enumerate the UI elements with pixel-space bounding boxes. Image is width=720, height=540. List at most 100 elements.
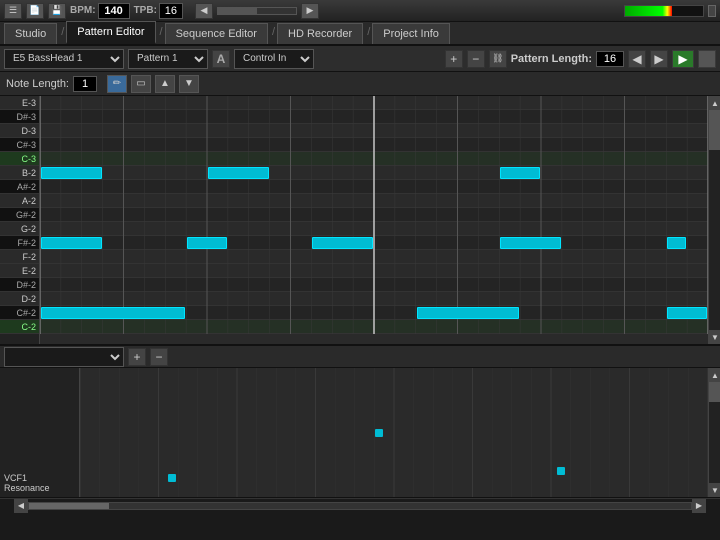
grid-row-14[interactable] — [40, 292, 708, 306]
auto-scroll-up[interactable]: ▲ — [709, 368, 720, 382]
scroll-thumb[interactable] — [709, 110, 720, 150]
piano-key-fs2[interactable]: F#-2 — [0, 236, 39, 250]
auto-add-btn[interactable]: + — [128, 348, 146, 366]
piano-key-b2[interactable]: B-2 — [0, 166, 39, 180]
grid-row-2[interactable] — [40, 124, 708, 138]
note[interactable] — [187, 237, 227, 249]
vertical-scrollbar[interactable]: ▲ ▼ — [708, 96, 720, 344]
piano-key-ds3[interactable]: D#-3 — [0, 110, 39, 124]
note[interactable] — [41, 307, 185, 319]
scroll-track[interactable] — [709, 110, 720, 330]
pattern-length-value[interactable]: 16 — [596, 51, 624, 67]
master-slider[interactable] — [217, 7, 297, 15]
add-btn[interactable]: + — [445, 50, 463, 68]
tab-bar: Studio / Pattern Editor / Sequence Edito… — [0, 22, 720, 46]
auto-scroll-track[interactable] — [709, 382, 720, 483]
piano-key-as2[interactable]: A#-2 — [0, 180, 39, 194]
save-btn[interactable]: 💾 — [48, 3, 66, 19]
grid-row-5[interactable] — [40, 166, 708, 180]
tab-pattern-editor[interactable]: Pattern Editor — [66, 21, 155, 44]
grid-row-16[interactable] — [40, 320, 708, 334]
h-scroll-left[interactable]: ◀ — [14, 499, 28, 513]
scroll-up-arrow[interactable]: ▲ — [709, 96, 720, 110]
grid-row-0[interactable] — [40, 96, 708, 110]
piano-key-c3[interactable]: C-3 — [0, 152, 39, 166]
control-dropdown[interactable]: Control In — [234, 49, 314, 69]
note[interactable] — [41, 237, 102, 249]
piano-key-ds2[interactable]: D#-2 — [0, 278, 39, 292]
grid-row-10[interactable] — [40, 236, 708, 250]
main-area: E-3 D#-3 D-3 C#-3 C-3 B-2 A#-2 A-2 G#-2 … — [0, 96, 720, 346]
pattern-dropdown[interactable]: Pattern 1 — [128, 49, 208, 69]
automation-point[interactable] — [168, 474, 176, 482]
tab-sequence-editor[interactable]: Sequence Editor — [165, 23, 268, 44]
h-scroll-right[interactable]: ▶ — [692, 499, 706, 513]
grid-row-13[interactable] — [40, 278, 708, 292]
note[interactable] — [208, 167, 269, 179]
track-dropdown[interactable]: E5 BassHead 1 — [4, 49, 124, 69]
note-mode-btn[interactable]: A — [212, 50, 230, 68]
scroll-down-arrow[interactable]: ▼ — [709, 330, 720, 344]
grid-row-7[interactable] — [40, 194, 708, 208]
piano-key-d3[interactable]: D-3 — [0, 124, 39, 138]
stop-btn[interactable] — [698, 50, 716, 68]
down-tool[interactable]: ▼ — [179, 75, 199, 93]
grid-row-3[interactable] — [40, 138, 708, 152]
note[interactable] — [417, 307, 519, 319]
piano-key-c2[interactable]: C-2 — [0, 320, 39, 334]
grid-row-9[interactable] — [40, 222, 708, 236]
piano-key-cs3[interactable]: C#-3 — [0, 138, 39, 152]
piano-key-e2[interactable]: E-2 — [0, 264, 39, 278]
piano-key-a2[interactable]: A-2 — [0, 194, 39, 208]
automation-type-dropdown[interactable] — [4, 347, 124, 367]
grid-row-8[interactable] — [40, 208, 708, 222]
pencil-tool[interactable]: ✏ — [107, 75, 127, 93]
note[interactable] — [500, 167, 540, 179]
menu-btn[interactable]: ☰ — [4, 3, 22, 19]
automation-point[interactable] — [375, 429, 383, 437]
piano-key-g2[interactable]: G-2 — [0, 222, 39, 236]
link-btn[interactable]: ⛓ — [489, 50, 507, 68]
note[interactable] — [667, 237, 686, 249]
tab-studio[interactable]: Studio — [4, 23, 57, 44]
grid-row-12[interactable] — [40, 264, 708, 278]
piano-key-gs2[interactable]: G#-2 — [0, 208, 39, 222]
tpb-value[interactable]: 16 — [159, 3, 183, 19]
piano-key-cs2[interactable]: C#-2 — [0, 306, 39, 320]
automation-point[interactable] — [557, 467, 565, 475]
pattern-toolbar: E5 BassHead 1 Pattern 1 A Control In + −… — [0, 46, 720, 72]
grid-row-4[interactable] — [40, 152, 708, 166]
h-scroll-thumb[interactable] — [29, 503, 109, 509]
toolbar-arrow-left[interactable]: ◀ — [195, 3, 213, 19]
remove-btn[interactable]: − — [467, 50, 485, 68]
horizontal-scrollbar[interactable]: ◀ ▶ — [0, 498, 720, 512]
automation-grid[interactable] — [80, 368, 708, 497]
automation-scrollbar[interactable]: ▲ ▼ — [708, 368, 720, 497]
tab-hd-recorder[interactable]: HD Recorder — [277, 23, 363, 44]
note[interactable] — [500, 237, 561, 249]
up-tool[interactable]: ▲ — [155, 75, 175, 93]
piano-key-f2[interactable]: F-2 — [0, 250, 39, 264]
pl-right[interactable]: ▶ — [650, 50, 668, 68]
play-btn[interactable]: ▶ — [672, 50, 694, 68]
grid-row-11[interactable] — [40, 250, 708, 264]
bpm-value[interactable]: 140 — [98, 3, 130, 19]
piano-key-d2[interactable]: D-2 — [0, 292, 39, 306]
note[interactable] — [667, 307, 707, 319]
select-tool[interactable]: ▭ — [131, 75, 151, 93]
auto-remove-btn[interactable]: − — [150, 348, 168, 366]
note[interactable] — [312, 237, 373, 249]
grid-row-1[interactable] — [40, 110, 708, 124]
toolbar-arrow-right[interactable]: ▶ — [301, 3, 319, 19]
grid-row-6[interactable] — [40, 180, 708, 194]
auto-scroll-down[interactable]: ▼ — [709, 483, 720, 497]
pl-left[interactable]: ◀ — [628, 50, 646, 68]
tab-project-info[interactable]: Project Info — [372, 23, 450, 44]
h-scroll-track[interactable] — [28, 502, 692, 510]
note[interactable] — [41, 167, 102, 179]
piano-key-e3[interactable]: E-3 — [0, 96, 39, 110]
new-btn[interactable]: 📄 — [26, 3, 44, 19]
grid-container[interactable]: // draw vertical lines dynamically — [40, 96, 708, 344]
note-length-value[interactable]: 1 — [73, 76, 97, 92]
note-grid[interactable]: // draw vertical lines dynamically — [40, 96, 708, 344]
